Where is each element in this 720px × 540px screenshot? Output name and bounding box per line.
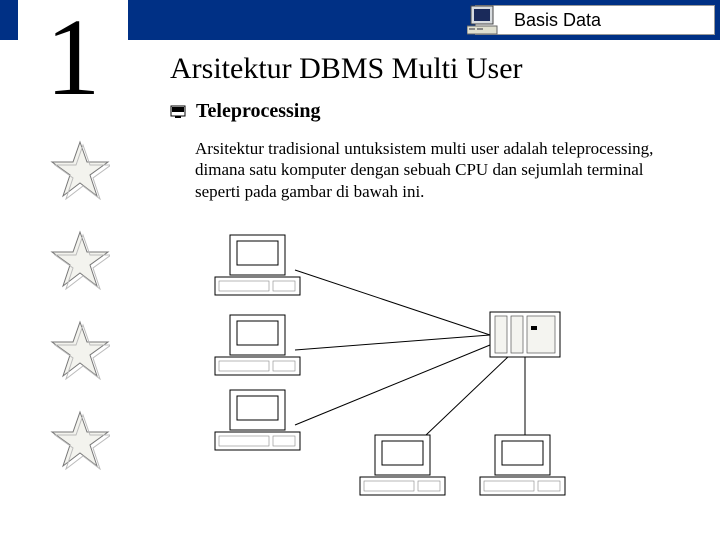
- bullet-row: Teleprocessing: [170, 100, 320, 123]
- terminal-icon: [480, 435, 565, 495]
- bullet-heading: Teleprocessing: [196, 100, 320, 123]
- terminal-icon: [215, 390, 300, 450]
- star-decoration-icon: [50, 320, 110, 380]
- computer-icon: [467, 4, 501, 36]
- star-column: [0, 130, 130, 540]
- terminal-icon: [215, 315, 300, 375]
- page-number-text: 1: [46, 2, 101, 112]
- body-paragraph: Arsitektur tradisional untuksistem multi…: [195, 138, 675, 202]
- course-title: Basis Data: [514, 10, 601, 31]
- star-decoration-icon: [50, 230, 110, 290]
- star-decoration-icon: [50, 140, 110, 200]
- terminal-icon: [360, 435, 445, 495]
- screen-bullet-icon: [170, 105, 186, 119]
- course-title-box: Basis Data: [475, 5, 715, 35]
- slide-title: Arsitektur DBMS Multi User: [170, 52, 523, 86]
- star-decoration-icon: [50, 410, 110, 470]
- terminal-icon: [215, 235, 300, 295]
- teleprocessing-diagram: [195, 230, 615, 510]
- server-icon: [490, 312, 560, 357]
- page-number: 1: [18, 0, 128, 122]
